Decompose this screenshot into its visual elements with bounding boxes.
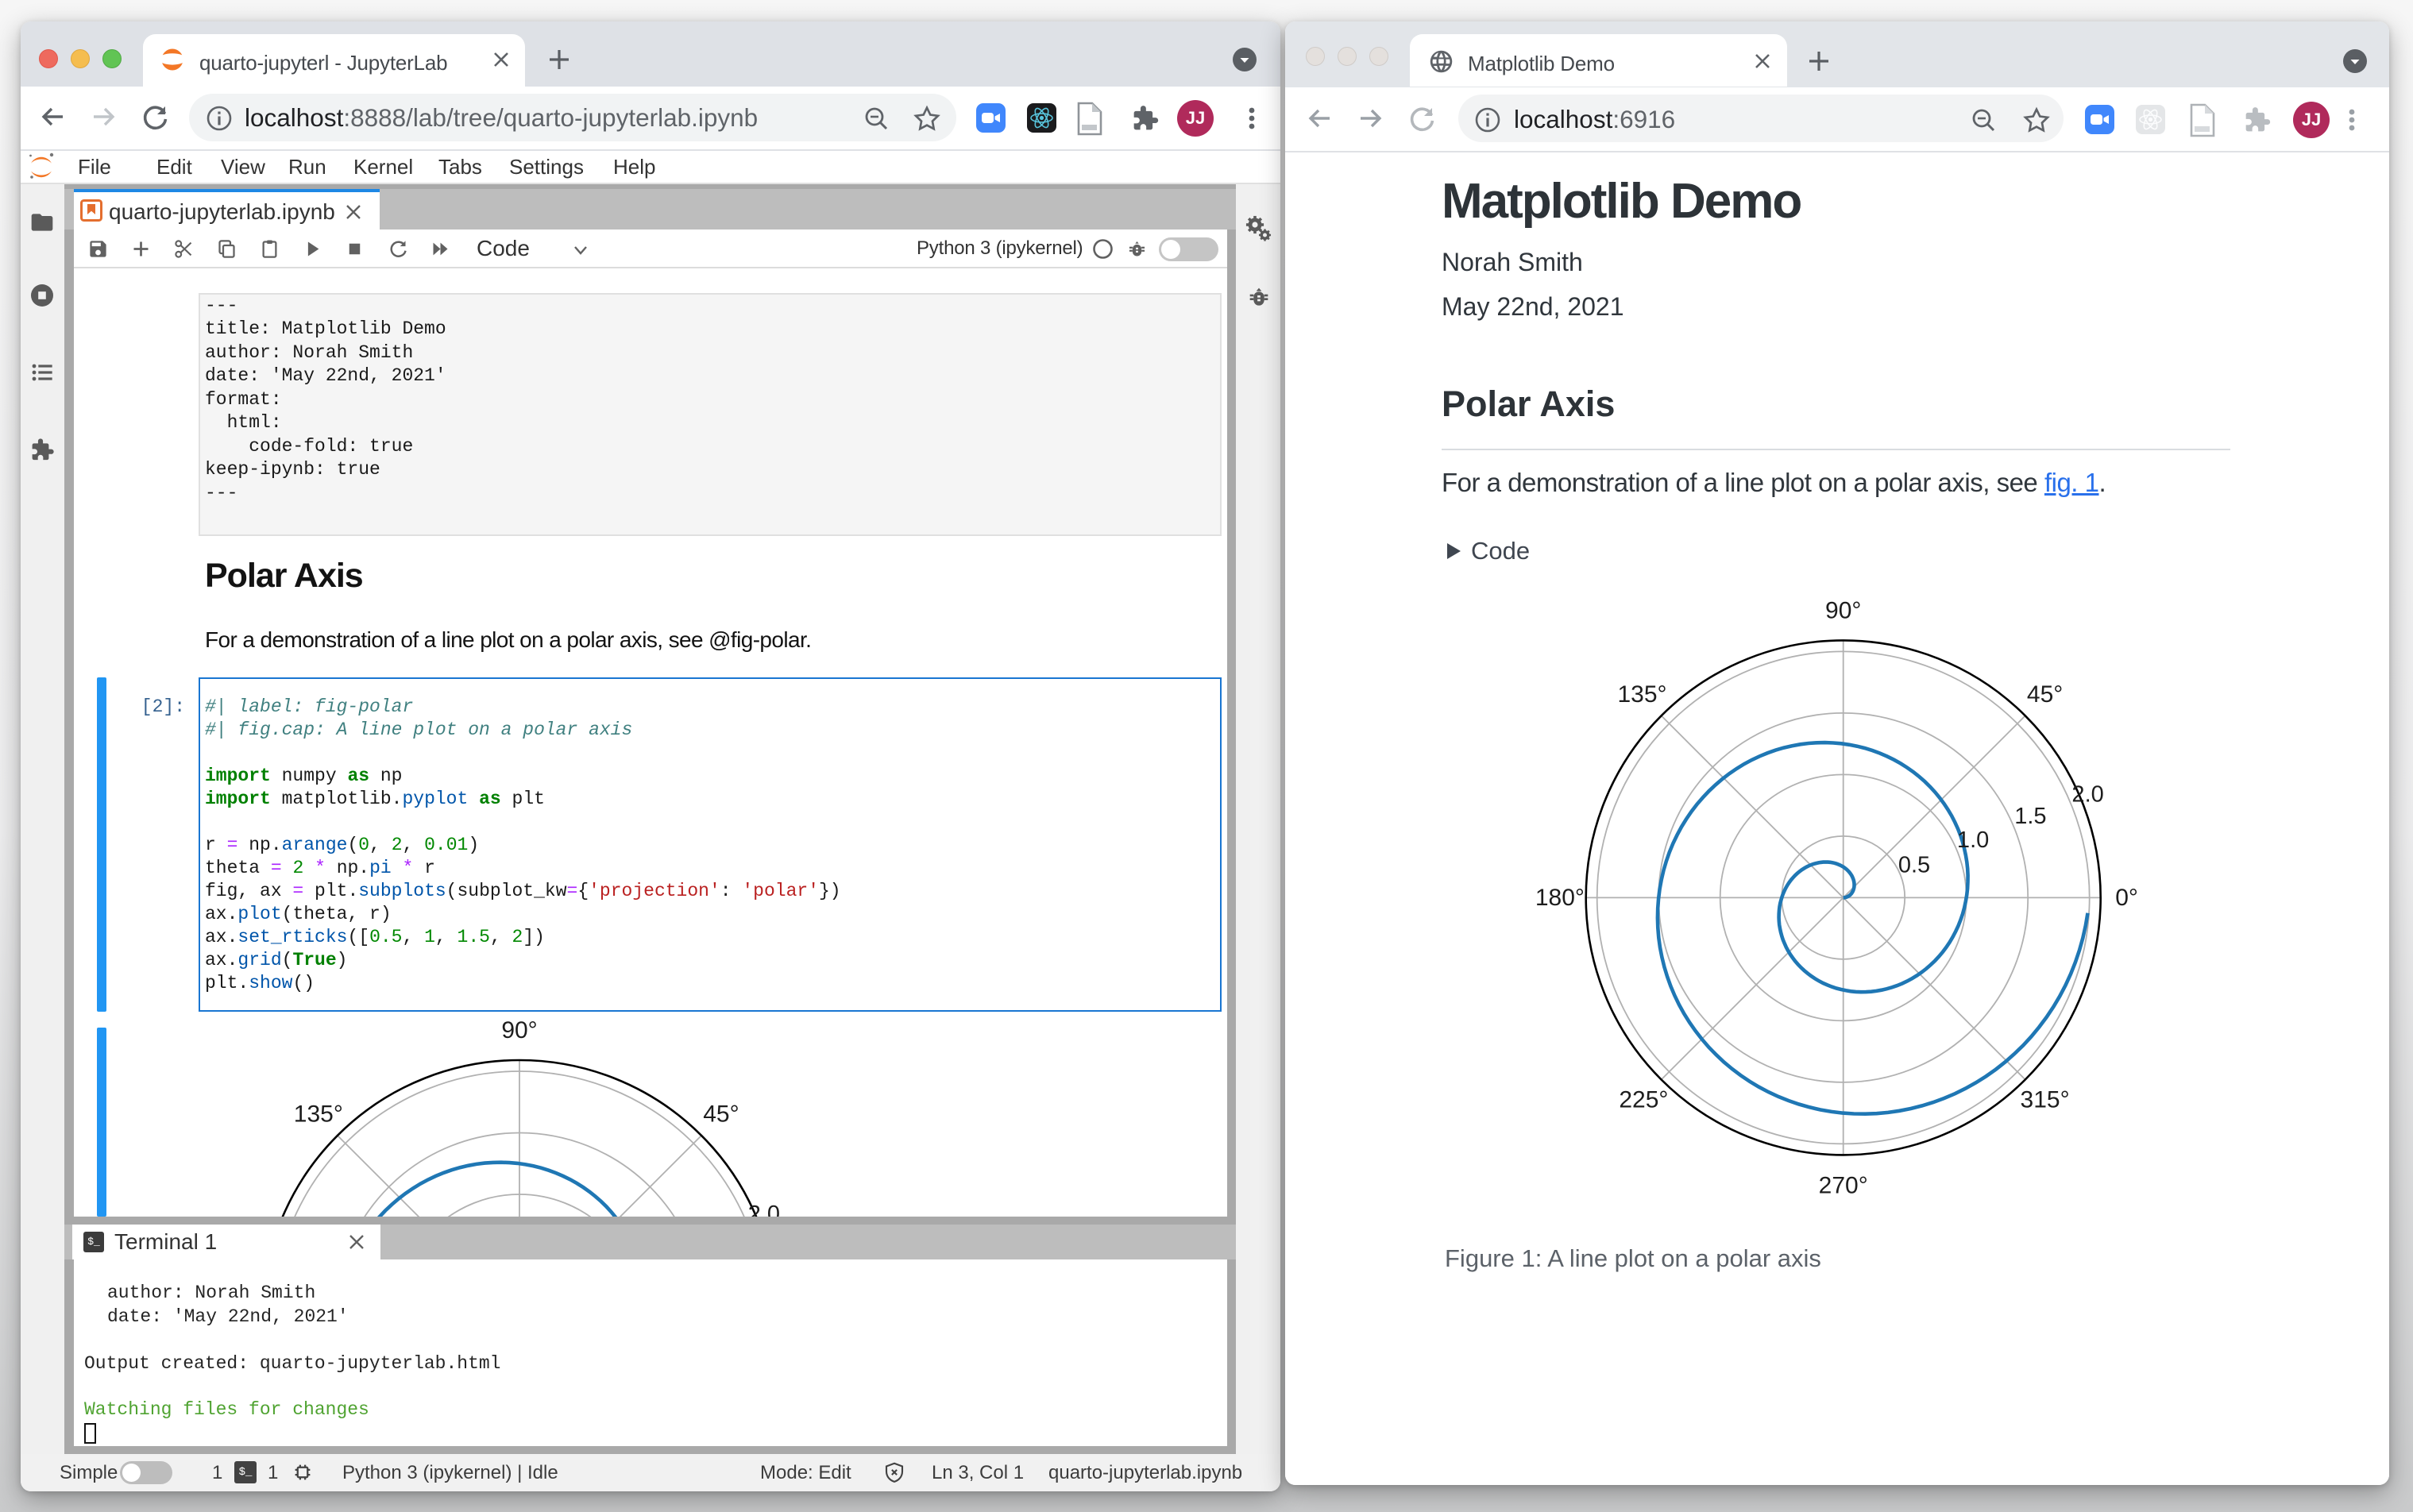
svg-text:180°: 180°: [1535, 885, 1585, 911]
svg-text:2.0: 2.0: [2071, 781, 2103, 807]
svg-text:135°: 135°: [1617, 681, 1666, 708]
svg-text:135°: 135°: [294, 1101, 343, 1128]
svg-text:45°: 45°: [2027, 681, 2063, 708]
svg-text:45°: 45°: [703, 1101, 739, 1128]
svg-text:2.0: 2.0: [748, 1202, 780, 1217]
svg-text:90°: 90°: [501, 1017, 537, 1043]
svg-text:1.5: 1.5: [2014, 804, 2046, 829]
svg-text:90°: 90°: [1825, 598, 1861, 624]
svg-text:0°: 0°: [2115, 885, 2138, 911]
svg-text:0.5: 0.5: [1898, 853, 1930, 878]
svg-text:225°: 225°: [1619, 1086, 1668, 1113]
svg-text:1.0: 1.0: [1957, 827, 1989, 853]
svg-text:315°: 315°: [2021, 1086, 2070, 1113]
svg-text:270°: 270°: [1819, 1173, 1868, 1199]
